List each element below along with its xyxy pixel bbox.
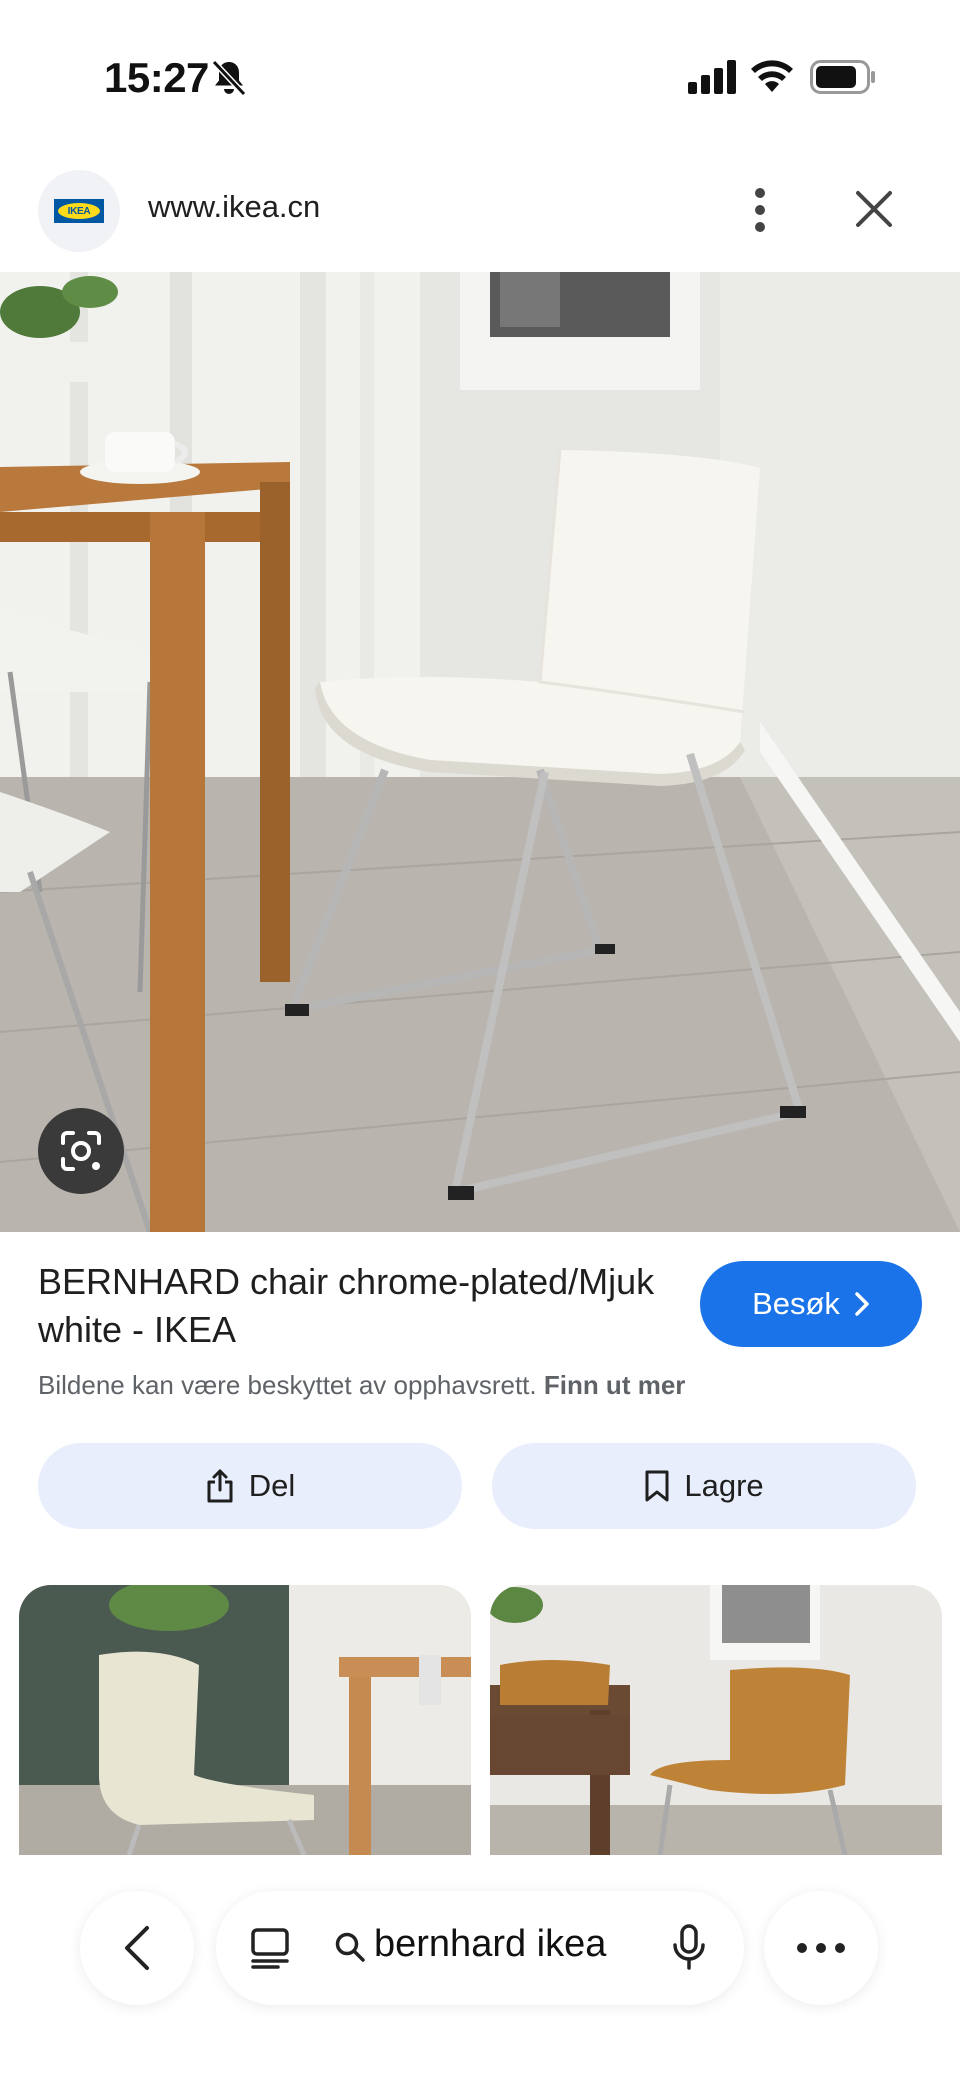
chevron-right-icon bbox=[855, 1292, 869, 1316]
search-icon bbox=[335, 1932, 365, 1962]
battery-icon bbox=[810, 60, 875, 94]
close-icon[interactable] bbox=[852, 187, 896, 231]
ikea-logo: IKEA bbox=[54, 199, 104, 223]
wifi-icon bbox=[751, 60, 793, 92]
site-url[interactable]: www.ikea.cn bbox=[148, 189, 320, 225]
search-bar[interactable]: bernhard ikea bbox=[216, 1891, 744, 2005]
learn-more-link[interactable]: Finn ut mer bbox=[544, 1370, 686, 1400]
share-icon bbox=[207, 1469, 233, 1503]
visit-button-label: Besøk bbox=[752, 1286, 840, 1321]
back-button[interactable] bbox=[80, 1891, 194, 2005]
share-button-label: Del bbox=[248, 1468, 296, 1503]
bookmark-icon bbox=[645, 1470, 669, 1502]
lens-search-button[interactable] bbox=[38, 1108, 124, 1194]
cell-signal-icon bbox=[688, 60, 736, 94]
search-query[interactable]: bernhard ikea bbox=[374, 1923, 606, 1966]
chevron-left-icon bbox=[125, 1926, 149, 1970]
copyright-notice: Bildene kan være beskyttet av opphavsret… bbox=[38, 1370, 685, 1401]
visit-button[interactable]: Besøk bbox=[700, 1261, 922, 1347]
save-button[interactable]: Lagre bbox=[492, 1443, 916, 1529]
copyright-text: Bildene kan være beskyttet av opphavsret… bbox=[38, 1370, 537, 1400]
more-horiz-icon bbox=[797, 1943, 845, 1953]
product-image[interactable] bbox=[0, 272, 960, 1232]
save-button-label: Lagre bbox=[684, 1468, 764, 1503]
tabs-icon[interactable] bbox=[250, 1927, 290, 1969]
more-vert-icon[interactable] bbox=[740, 185, 780, 235]
more-options-button[interactable] bbox=[764, 1891, 878, 2005]
bell-muted-icon bbox=[211, 59, 247, 97]
result-title[interactable]: BERNHARD chair chrome-plated/Mjuk white … bbox=[38, 1258, 658, 1354]
share-button[interactable]: Del bbox=[38, 1443, 462, 1529]
related-image-1[interactable] bbox=[19, 1585, 471, 1855]
status-bar: 15:27 bbox=[0, 0, 960, 150]
related-image-2[interactable] bbox=[490, 1585, 942, 1855]
site-favicon: IKEA bbox=[38, 170, 120, 252]
site-header: IKEA www.ikea.cn bbox=[0, 165, 960, 275]
status-time: 15:27 bbox=[104, 54, 209, 101]
bottom-bar: bernhard ikea bbox=[0, 1855, 960, 2087]
lens-icon bbox=[61, 1131, 101, 1171]
microphone-icon[interactable] bbox=[672, 1923, 706, 1971]
